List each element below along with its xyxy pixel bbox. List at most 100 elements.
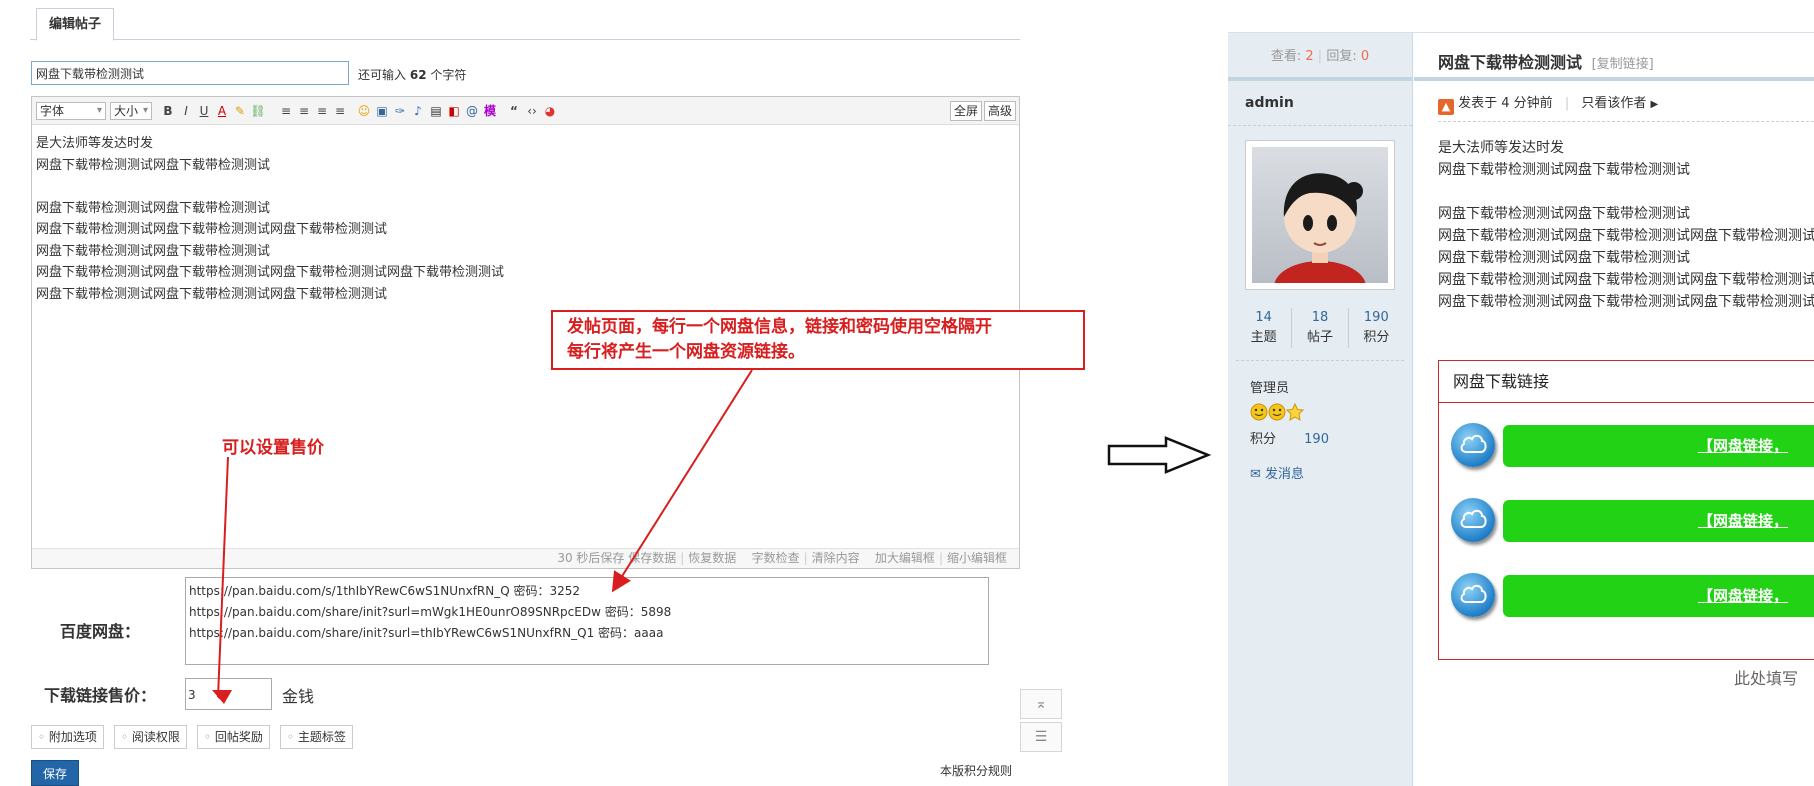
bold-icon[interactable]: B xyxy=(160,103,176,119)
image-icon[interactable]: ▣ xyxy=(374,103,390,119)
editor-content[interactable]: 是大法师等发达时发 网盘下载带检测测试网盘下载带检测测试 网盘下载带检测测试网盘下载… xyxy=(32,125,1019,313)
stat-threads-label: 主题 xyxy=(1250,330,1277,345)
post-time: 发表于 4 分钟前 xyxy=(1458,96,1553,111)
stat-posts-value: 18 xyxy=(1311,310,1329,325)
char-count-hint: 还可输入 62 个字符 xyxy=(358,66,466,83)
annotation-price: 可以设置售价 xyxy=(222,438,324,458)
user-medals xyxy=(1250,402,1412,422)
title-divider xyxy=(1414,77,1814,81)
italic-icon[interactable]: I xyxy=(178,103,194,119)
stat-posts[interactable]: 18 帖子 xyxy=(1292,308,1349,348)
restore-data-link[interactable]: 恢复数据 xyxy=(688,551,736,565)
download-link-button[interactable]: 【网盘链接， xyxy=(1503,500,1814,542)
post-preview: 查看: 2 | 回复: 0 admin 14 主题 18 帖子 190 积分 管… xyxy=(1228,32,1814,786)
post-content-area: 网盘下载带检测测试 [复制链接] ▲ 发表于 4 分钟前 | 只看该作者 ▶ 是… xyxy=(1414,33,1814,786)
post-body-line: 网盘下载带检测测试网盘下载带检测测试 xyxy=(1438,250,1690,266)
topic-tags-button[interactable]: 主题标签 xyxy=(280,725,353,749)
replies-count: 0 xyxy=(1360,49,1370,64)
download-box-title: 网盘下载链接 xyxy=(1439,361,1814,403)
post-body-line: 网盘下载带检测测试网盘下载带检测测试 xyxy=(1438,162,1690,178)
align-right-icon[interactable]: ≡ xyxy=(314,103,330,119)
price-input[interactable]: 3 xyxy=(185,678,272,710)
tab-edit-post[interactable]: 编辑帖子 xyxy=(36,8,114,41)
template-icon[interactable]: 模 xyxy=(482,103,498,119)
baidu-pan-links-textarea[interactable]: https://pan.baidu.com/s/1thIbYRewC6wS1NU… xyxy=(185,577,989,665)
font-family-select[interactable]: 字体 xyxy=(36,102,106,120)
post-title-text: 网盘下载带检测测试 xyxy=(1438,53,1583,72)
stat-threads[interactable]: 14 主题 xyxy=(1236,308,1293,348)
post-body: 是大法师等发达时发 网盘下载带检测测试网盘下载带检测测试 网盘下载带检测测试网盘下载… xyxy=(1438,137,1814,313)
enlarge-editor-link[interactable]: 加大编辑框 xyxy=(875,551,935,565)
quote-icon[interactable]: “ xyxy=(506,103,522,119)
medal-star-icon xyxy=(1285,402,1305,421)
back-to-top-icon[interactable]: ⌅ xyxy=(1020,689,1062,719)
emoji-icon[interactable]: ☺ xyxy=(356,103,372,119)
caret-right-icon: ▶ xyxy=(1650,99,1659,110)
download-link-button[interactable]: 【网盘链接， xyxy=(1503,425,1814,467)
fullscreen-button[interactable]: 全屏 xyxy=(950,101,983,121)
post-body-line xyxy=(1438,181,1814,203)
shrink-editor-link[interactable]: 缩小编辑框 xyxy=(947,551,1007,565)
highlight-icon[interactable]: ✎ xyxy=(232,103,248,119)
annotation-pan-format: 发帖页面，每行一个网盘信息，链接和密码使用空格隔开 每行将产生一个网盘资源链接。 xyxy=(551,310,1085,370)
save-button[interactable]: 保存 xyxy=(31,760,79,786)
music-icon[interactable]: ♪ xyxy=(410,103,426,119)
post-title-input[interactable]: 网盘下载带检测测试 xyxy=(31,61,349,85)
fill-hint-text: 此处填写 xyxy=(1734,669,1799,688)
read-permission-button[interactable]: 阅读权限 xyxy=(114,725,187,749)
price-unit: 金钱 xyxy=(282,687,315,706)
author-sidebar: 查看: 2 | 回复: 0 admin 14 主题 18 帖子 190 积分 管… xyxy=(1228,33,1413,786)
word-check-link[interactable]: 字数检查 xyxy=(752,551,800,565)
code-icon[interactable]: ‹› xyxy=(524,103,540,119)
link-icon[interactable]: ⛓ xyxy=(250,103,266,119)
stat-threads-value: 14 xyxy=(1255,310,1272,325)
copy-link-button[interactable]: [复制链接] xyxy=(1592,57,1654,72)
editor-content-line: 网盘下载带检测测试网盘下载带检测测试 xyxy=(36,243,271,259)
char-hint-suffix: 个字符 xyxy=(430,68,467,82)
editor-content-line: 网盘下载带检测测试网盘下载带检测测试 xyxy=(36,157,271,173)
meta-divider xyxy=(1438,121,1814,122)
transition-arrow-icon xyxy=(1107,436,1212,474)
download-box: 网盘下载链接 【网盘链接， 【网盘链接， 【网盘链接， xyxy=(1438,360,1814,660)
flash-icon[interactable]: ◧ xyxy=(446,103,462,119)
video-icon[interactable]: ▤ xyxy=(428,103,444,119)
send-message-link[interactable]: ✉ 发消息 xyxy=(1250,463,1412,482)
save-data-link[interactable]: 保存数据 xyxy=(628,551,676,565)
font-size-select[interactable]: 大小 xyxy=(110,102,152,120)
qq-icon[interactable]: ◕ xyxy=(542,103,558,119)
stat-credits[interactable]: 190 积分 xyxy=(1349,308,1404,348)
cloud-icon xyxy=(1451,573,1495,617)
font-color-icon[interactable]: A xyxy=(214,103,230,119)
justify-icon[interactable]: ≡ xyxy=(332,103,348,119)
author-name[interactable]: admin xyxy=(1228,81,1412,126)
download-link-button[interactable]: 【网盘链接， xyxy=(1503,575,1814,617)
post-body-line: 网盘下载带检测测试网盘下载带检测测试 xyxy=(1438,206,1690,222)
extra-options-button[interactable]: 附加选项 xyxy=(31,725,104,749)
view-reply-stats: 查看: 2 | 回复: 0 xyxy=(1228,33,1412,81)
avatar[interactable] xyxy=(1245,140,1395,290)
attachment-icon[interactable]: ✑ xyxy=(392,103,408,119)
char-hint-prefix: 还可输入 xyxy=(358,68,407,82)
baidu-pan-label: 百度网盘： xyxy=(60,622,141,641)
price-label: 下载链接售价： xyxy=(44,686,157,705)
views-count: 2 xyxy=(1305,49,1314,64)
credit-rules-link[interactable]: 本版积分规则 xyxy=(940,762,1012,779)
clear-content-link[interactable]: 清除内容 xyxy=(812,551,860,565)
editor-content-line: 网盘下载带检测测试网盘下载带检测测试 xyxy=(36,200,271,216)
align-left-icon[interactable]: ≡ xyxy=(278,103,294,119)
list-icon[interactable]: ☰ xyxy=(1020,722,1062,752)
send-message-label: 发消息 xyxy=(1265,467,1305,482)
tab-bar: 编辑帖子 xyxy=(30,0,1020,41)
at-icon[interactable]: @ xyxy=(464,103,480,119)
editor-content-line: 网盘下载带检测测试网盘下载带检测测试网盘下载带检测测试 xyxy=(36,286,388,302)
underline-icon[interactable]: U xyxy=(196,103,212,119)
autosave-countdown: 30 秒后保存 xyxy=(557,551,625,565)
editor-status-bar: 30 秒后保存 保存数据 | 恢复数据 字数检查 | 清除内容 加大编辑框 | 缩小编辑框 xyxy=(32,548,1019,568)
reply-reward-button[interactable]: 回帖奖励 xyxy=(197,725,270,749)
editor-toolbar: 字体 大小 B I U A ✎ ⛓ ≡ ≡ ≡ ≡ ☺ ▣ ✑ ♪ ▤ ◧ @ … xyxy=(32,97,1019,125)
advanced-button[interactable]: 高级 xyxy=(984,101,1017,121)
user-role: 管理员 xyxy=(1250,381,1290,396)
align-center-icon[interactable]: ≡ xyxy=(296,103,312,119)
views-label: 查看: xyxy=(1270,49,1302,64)
only-author-link[interactable]: 只看该作者 xyxy=(1581,96,1646,111)
